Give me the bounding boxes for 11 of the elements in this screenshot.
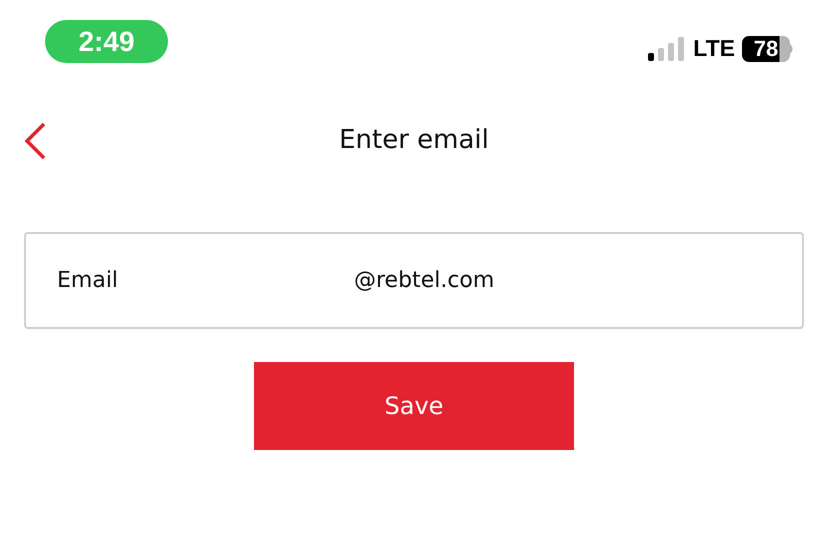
network-type: LTE	[693, 35, 735, 62]
chevron-left-icon	[24, 122, 46, 160]
status-time: 2:49	[45, 20, 168, 63]
battery-tip-icon	[790, 44, 795, 54]
field-value: @rebtel.com	[354, 268, 496, 293]
battery-level: 78	[742, 36, 790, 62]
email-field[interactable]: Email @rebtel.com	[24, 232, 804, 329]
screen-title: Enter email	[339, 125, 489, 155]
field-label: Email	[57, 268, 120, 293]
save-button[interactable]: Save	[254, 362, 574, 450]
signal-icon	[648, 36, 686, 60]
